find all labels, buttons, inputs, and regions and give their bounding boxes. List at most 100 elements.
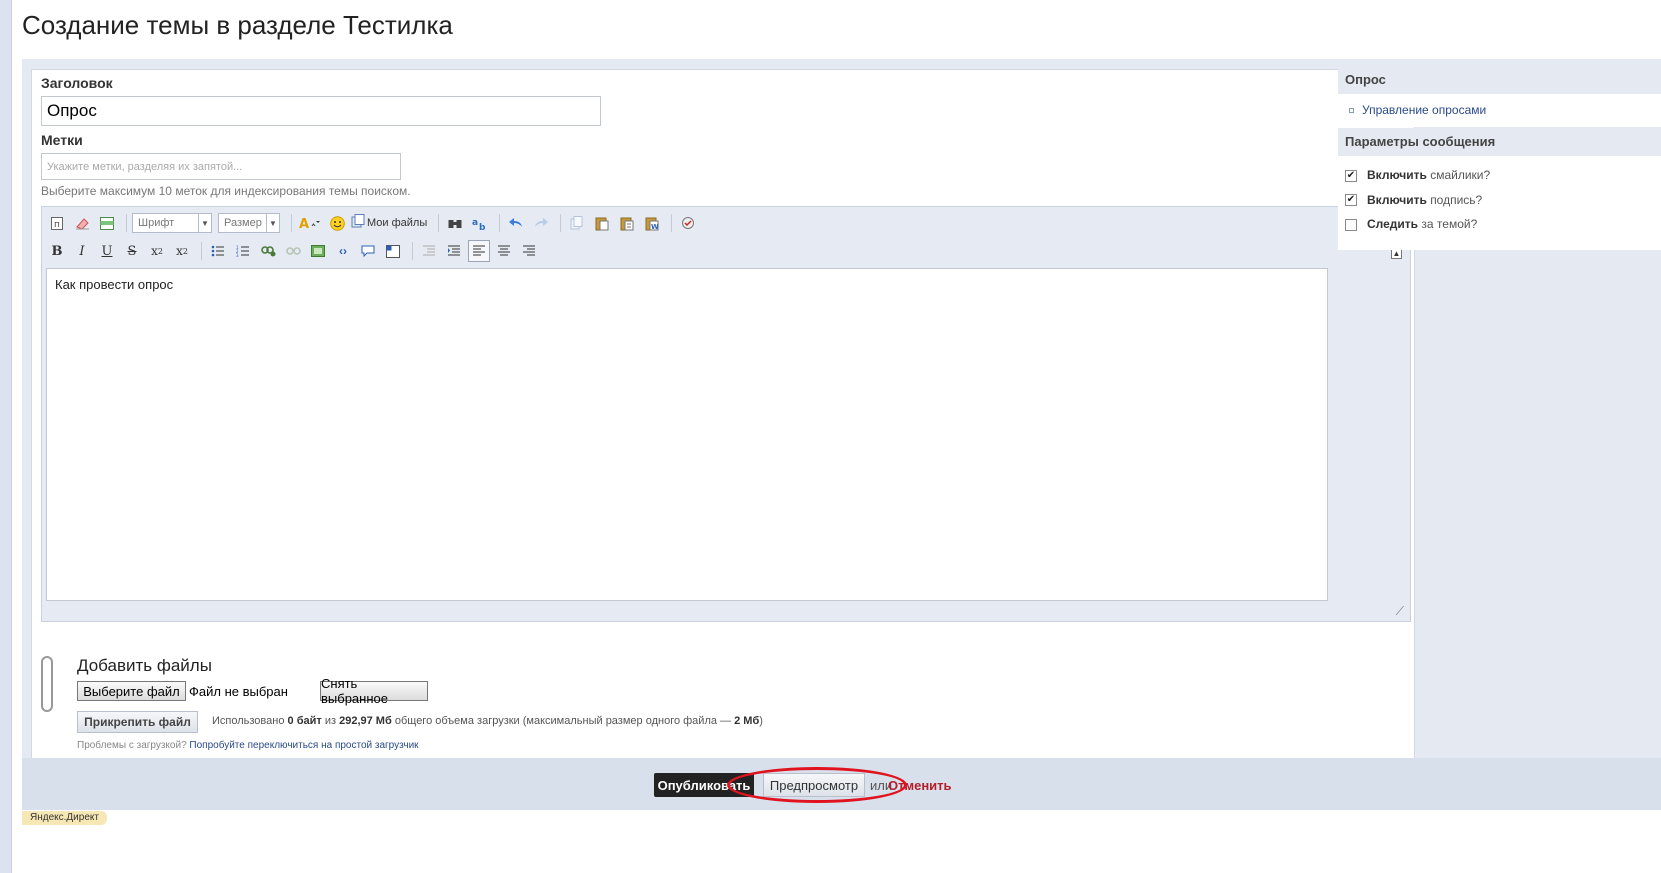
clear-selection-button[interactable]: Снять выбранное bbox=[320, 676, 428, 706]
outdent-icon[interactable] bbox=[418, 240, 440, 262]
manage-polls-link[interactable]: Управление опросами bbox=[1362, 103, 1486, 117]
bold-icon[interactable]: B bbox=[46, 240, 68, 262]
choose-file-button[interactable]: Выберите файл bbox=[77, 681, 186, 701]
font-color-icon[interactable]: A bbox=[297, 212, 323, 234]
simple-uploader-link[interactable]: Попробуйте переключиться на простой загр… bbox=[189, 740, 418, 751]
paste-icon[interactable] bbox=[591, 212, 613, 234]
toolbar-separator bbox=[560, 214, 562, 232]
tags-label: Метки bbox=[41, 132, 83, 148]
editor-content-area[interactable]: Как провести опрос bbox=[46, 268, 1328, 601]
tags-input[interactable] bbox=[41, 153, 401, 180]
upload-usage-text: Использовано 0 байт из 292,97 Мб общего … bbox=[212, 715, 763, 727]
copy-icon[interactable] bbox=[566, 212, 588, 234]
usage-max: 2 Мб bbox=[734, 715, 760, 727]
size-select[interactable]: Размер ▼ bbox=[218, 213, 280, 233]
font-select[interactable]: Шрифт ▼ bbox=[132, 213, 212, 233]
title-label: Заголовок bbox=[41, 75, 113, 91]
my-files-button[interactable]: Мои файлы bbox=[351, 213, 428, 233]
smileys-rest: смайлики? bbox=[1430, 168, 1491, 182]
toolbar-separator bbox=[412, 242, 413, 260]
find-icon[interactable] bbox=[444, 212, 466, 234]
signature-rest: подпись? bbox=[1430, 193, 1483, 207]
watch-topic-option: Следить за темой? bbox=[1367, 217, 1477, 231]
preview-button[interactable]: Предпросмотр bbox=[763, 773, 865, 797]
publish-button[interactable]: Опубликовать bbox=[654, 773, 754, 797]
watch-topic-checkbox[interactable] bbox=[1345, 219, 1357, 231]
cancel-link[interactable]: Отменить bbox=[888, 778, 952, 793]
subscript-icon[interactable]: x2 bbox=[146, 240, 168, 262]
toolbar-separator bbox=[201, 242, 202, 260]
toolbar-separator bbox=[671, 214, 673, 232]
toolbar-row-2: B I U S x2 x2 123 ‹› bbox=[46, 238, 543, 264]
svg-text:W: W bbox=[651, 223, 659, 231]
spellcheck-icon[interactable] bbox=[677, 212, 699, 234]
italic-icon[interactable]: I bbox=[71, 240, 93, 262]
replace-icon[interactable]: ab bbox=[469, 212, 491, 234]
bullet-icon bbox=[1349, 108, 1354, 113]
image-icon[interactable] bbox=[307, 240, 329, 262]
watch-rest: за темой? bbox=[1421, 217, 1478, 231]
font-select-label: Шрифт bbox=[138, 217, 175, 229]
bullet-list-icon[interactable] bbox=[207, 240, 229, 262]
redo-icon[interactable] bbox=[530, 212, 552, 234]
quote-icon[interactable] bbox=[357, 240, 379, 262]
toolbar-separator bbox=[291, 214, 292, 232]
signature-option: Включить подпись? bbox=[1367, 193, 1482, 207]
usage-close: ) bbox=[759, 715, 763, 727]
table-icon[interactable] bbox=[96, 212, 118, 234]
spoiler-icon[interactable] bbox=[382, 240, 404, 262]
svg-text:A: A bbox=[299, 217, 309, 230]
content-area: Заголовок Метки Выберите максимум 10 мет… bbox=[22, 59, 1661, 804]
attach-file-button[interactable]: Прикрепить файл bbox=[77, 711, 198, 733]
size-select-label: Размер bbox=[224, 217, 262, 229]
chevron-down-icon: ▼ bbox=[198, 214, 211, 232]
smileys-option: Включить смайлики? bbox=[1367, 168, 1490, 182]
svg-text:п: п bbox=[54, 220, 60, 230]
params-section: ✔ Включить смайлики? ✔ Включить подпись?… bbox=[1338, 156, 1661, 250]
indent-icon[interactable] bbox=[443, 240, 465, 262]
unlink-icon[interactable] bbox=[282, 240, 304, 262]
align-left-icon[interactable] bbox=[468, 240, 490, 262]
text-editor: п Шрифт ▼ Размер ▼ A Мои файлы a b W B I… bbox=[41, 206, 1411, 622]
superscript-icon[interactable]: x2 bbox=[171, 240, 193, 262]
align-right-icon[interactable] bbox=[518, 240, 540, 262]
toolbar-separator bbox=[126, 214, 127, 232]
eraser-icon[interactable] bbox=[71, 212, 93, 234]
paperclip-icon bbox=[41, 656, 53, 712]
usage-used: 0 байт bbox=[287, 715, 322, 727]
toolbar-separator bbox=[438, 214, 440, 232]
usage-of: из bbox=[324, 715, 337, 727]
undo-icon[interactable] bbox=[505, 212, 527, 234]
toolbar-separator bbox=[499, 214, 501, 232]
title-input[interactable] bbox=[41, 96, 601, 126]
signature-checkbox[interactable]: ✔ bbox=[1345, 194, 1357, 206]
page-title: Создание темы в разделе Тестилка bbox=[22, 10, 453, 40]
smileys-bold: Включить bbox=[1367, 168, 1427, 182]
smiley-icon[interactable] bbox=[326, 212, 348, 234]
params-header: Параметры сообщения bbox=[1338, 128, 1661, 156]
paste-word-icon[interactable]: W bbox=[641, 212, 663, 234]
poll-header: Опрос bbox=[1338, 66, 1661, 94]
usage-suffix: общего объема загрузки (максимальный раз… bbox=[394, 715, 732, 727]
smileys-checkbox[interactable]: ✔ bbox=[1345, 170, 1357, 182]
problems-label: Проблемы с загрузкой? bbox=[77, 740, 187, 751]
code-icon[interactable]: ‹› bbox=[332, 240, 354, 262]
align-center-icon[interactable] bbox=[493, 240, 515, 262]
numbered-list-icon[interactable]: 123 bbox=[232, 240, 254, 262]
svg-text:3: 3 bbox=[236, 253, 239, 257]
paste-text-icon[interactable] bbox=[616, 212, 638, 234]
tags-hint: Выберите максимум 10 меток для индексиро… bbox=[41, 184, 411, 198]
svg-text:b: b bbox=[479, 223, 486, 231]
source-icon[interactable]: п bbox=[46, 212, 68, 234]
yandex-direct-label[interactable]: Яндекс.Директ bbox=[22, 811, 107, 825]
add-files-title: Добавить файлы bbox=[77, 656, 212, 675]
resize-grip-icon[interactable]: ⟋ bbox=[1396, 604, 1404, 619]
sidebar: Опрос Управление опросами Параметры сооб… bbox=[1338, 66, 1661, 250]
strike-icon[interactable]: S bbox=[121, 240, 143, 262]
left-edge-strip bbox=[0, 0, 12, 873]
underline-icon[interactable]: U bbox=[96, 240, 118, 262]
toolbar-row-1: п Шрифт ▼ Размер ▼ A Мои файлы a b W bbox=[46, 210, 702, 236]
files-icon bbox=[351, 213, 365, 233]
my-files-label: Мои файлы bbox=[367, 217, 428, 229]
link-icon[interactable] bbox=[257, 240, 279, 262]
